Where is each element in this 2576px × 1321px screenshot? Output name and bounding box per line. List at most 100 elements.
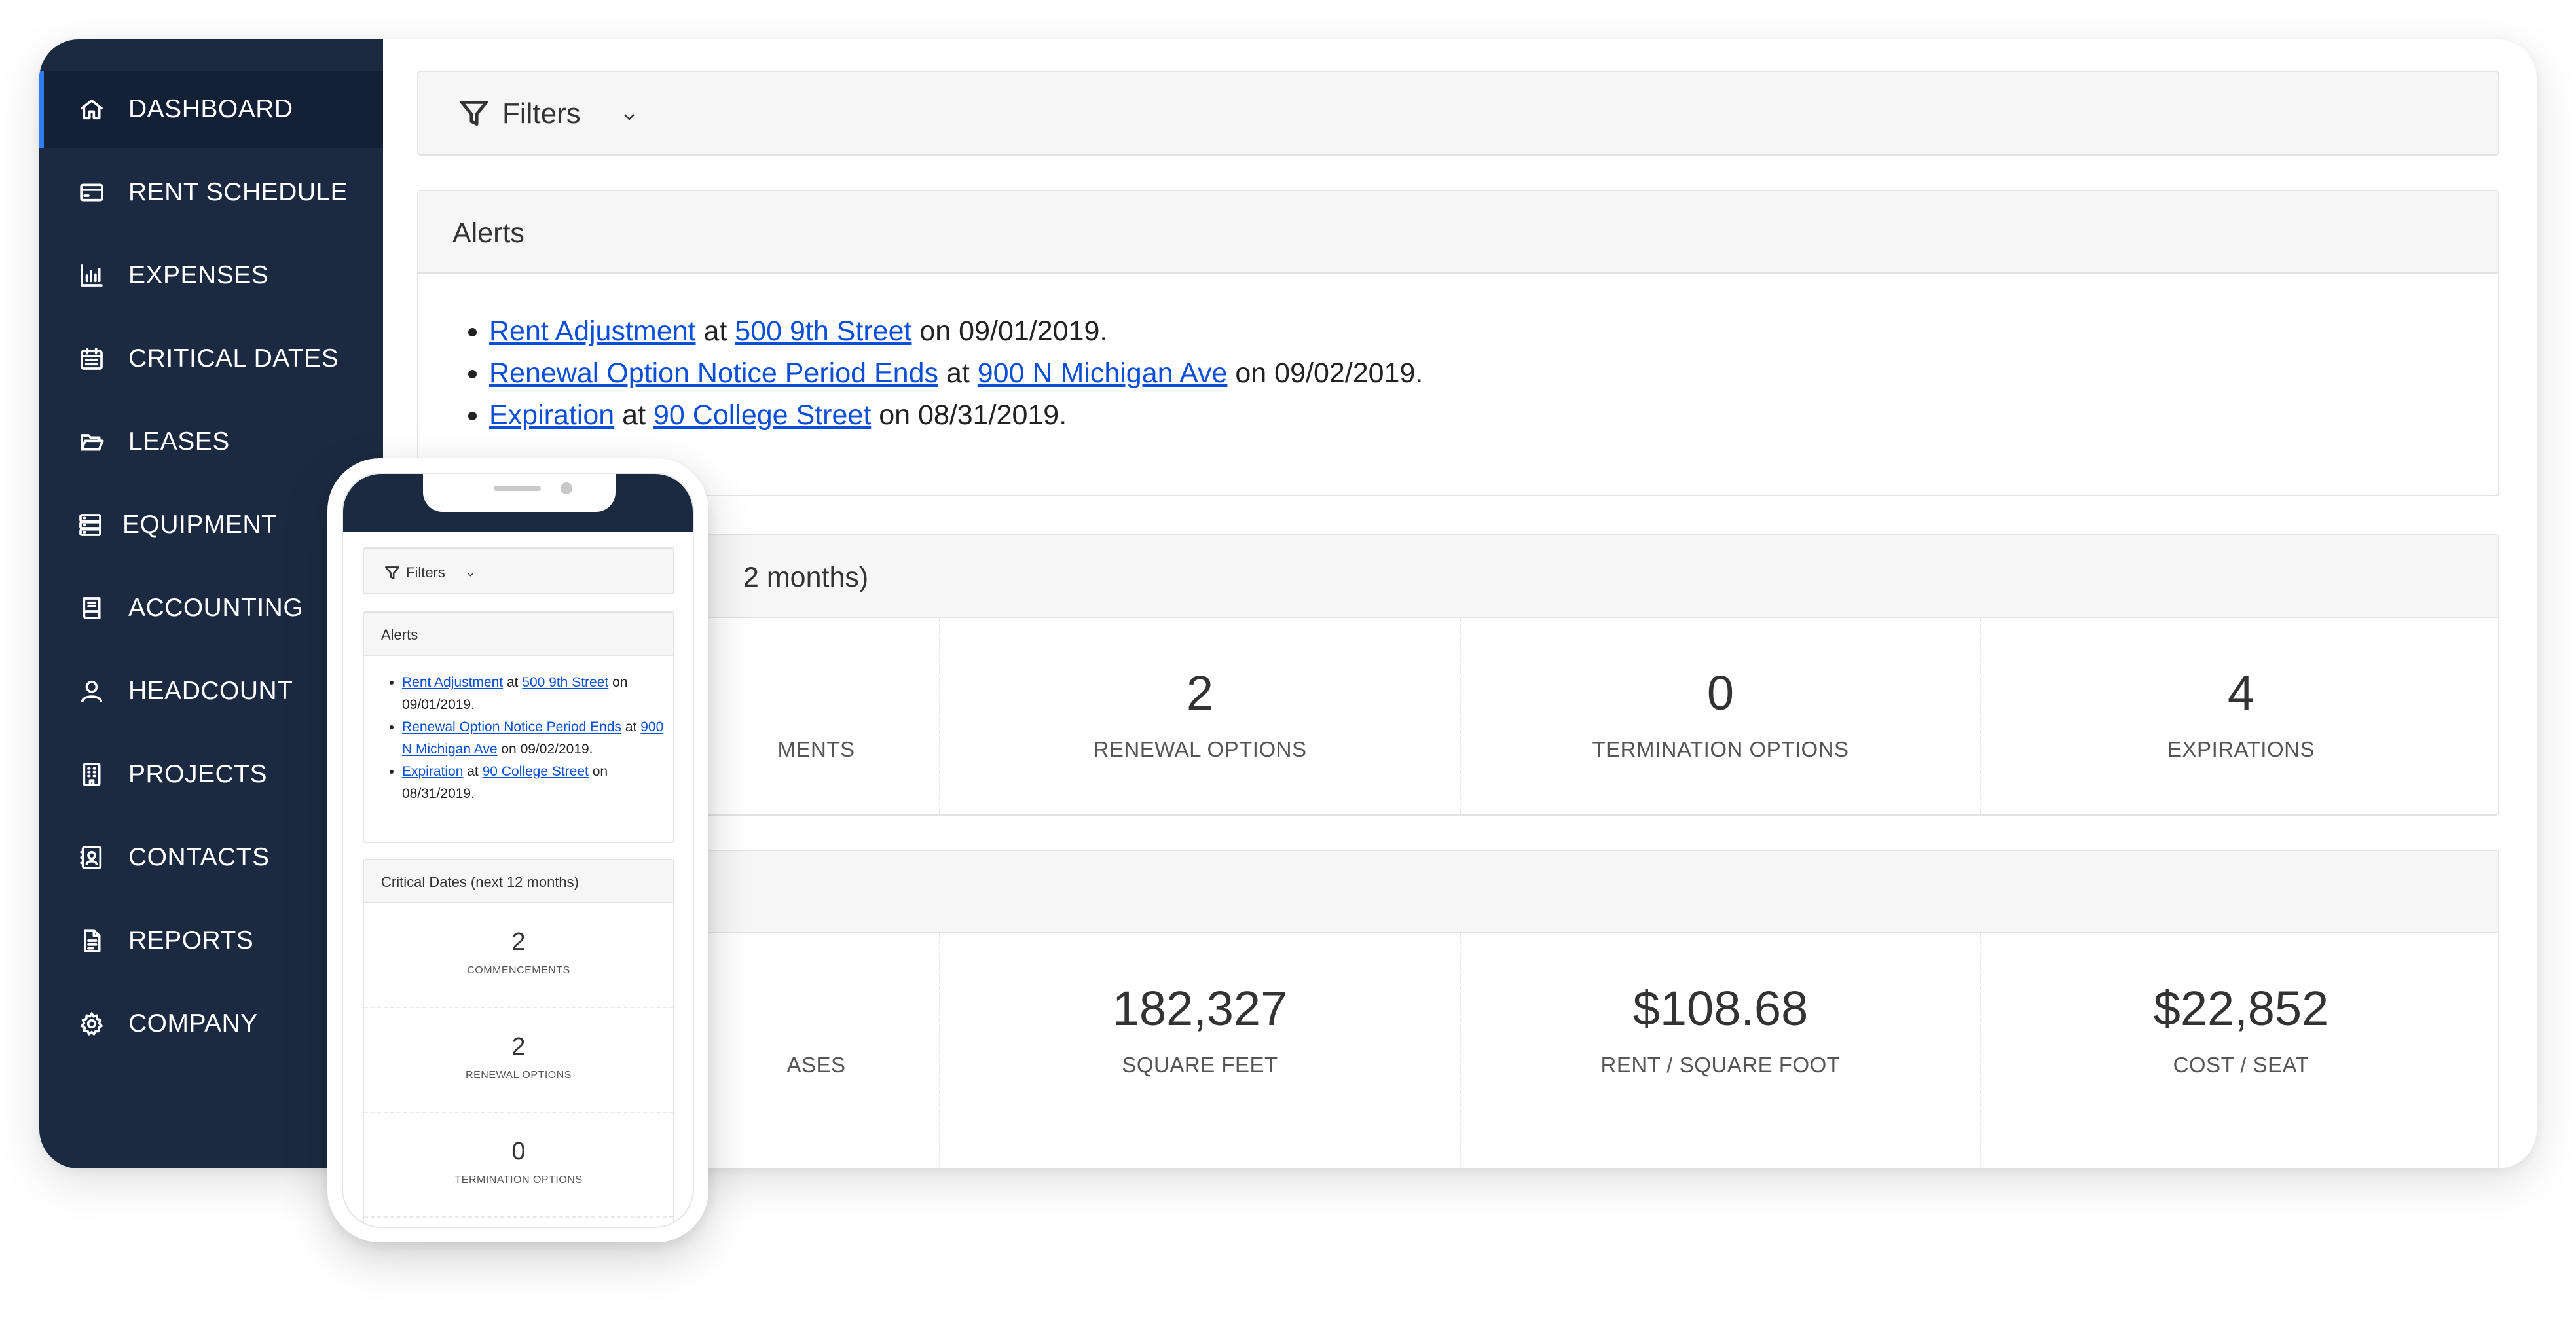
- alerts-card-header: Alerts: [418, 191, 2498, 274]
- sidebar-item-label: EXPENSES: [128, 261, 269, 289]
- alert-joiner: at: [703, 316, 727, 347]
- sidebar-item-rent-schedule[interactable]: RENT SCHEDULE: [39, 154, 383, 231]
- ledger-icon: [79, 595, 105, 621]
- alert-date: on 09/02/2019.: [1235, 357, 1424, 389]
- stat-value: 182,327: [1112, 981, 1288, 1036]
- mobile-critical-dates-card: Critical Dates (next 12 months) 2 COMMEN…: [363, 859, 674, 1227]
- mobile-alerts-card: Alerts Rent Adjustment at 500 9th Street…: [363, 611, 674, 843]
- sidebar-item-label: HEADCOUNT: [128, 677, 293, 705]
- alert-location-link[interactable]: 900 N Michigan Ave: [978, 357, 1228, 389]
- user-icon: [79, 678, 105, 704]
- alert-location-link[interactable]: 90 College Street: [653, 399, 871, 431]
- mobile-filters-toggle[interactable]: Filters: [363, 547, 674, 594]
- sidebar-item-label: DASHBOARD: [128, 95, 293, 123]
- stat-label: COST / SEAT: [2173, 1053, 2309, 1077]
- alert-joiner: at: [946, 357, 970, 389]
- stat-value: 2: [1186, 666, 1214, 720]
- stat-label: RENT / SQUARE FOOT: [1600, 1053, 1841, 1077]
- building-icon: [79, 761, 105, 787]
- mobile-critical-dates-title: Critical Dates (next 12 months): [381, 874, 579, 890]
- alerts-list: Rent Adjustment at 500 9th Street on 09/…: [489, 310, 1423, 436]
- list-item: Expiration at 90 College Street on 08/31…: [402, 761, 664, 805]
- mobile-alerts-list: Rent Adjustment at 500 9th Street on 09/…: [402, 672, 664, 805]
- sidebar-item-label: PROJECTS: [128, 760, 268, 788]
- stat-cost-per-seat: $22,852 COST / SEAT: [1980, 933, 2501, 1168]
- speaker-icon: [494, 486, 541, 491]
- sidebar-item-label: LEASES: [128, 427, 230, 456]
- folder-open-icon: [79, 429, 105, 455]
- alert-type-link[interactable]: Rent Adjustment: [489, 316, 696, 347]
- sidebar-item-expenses[interactable]: EXPENSES: [39, 237, 383, 314]
- chevron-down-icon: [621, 109, 637, 124]
- stat-value: $22,852: [2153, 981, 2329, 1036]
- contact-card-icon: [79, 844, 105, 871]
- filters-label: Filters: [502, 98, 581, 130]
- alert-location-link[interactable]: 90 College Street: [483, 764, 589, 779]
- stat-label: TERMINATION OPTIONS: [454, 1174, 583, 1185]
- gear-icon: [79, 1011, 105, 1037]
- stat-value: 0: [1706, 666, 1735, 720]
- phone-notch: [423, 474, 616, 512]
- sidebar-item-critical-dates[interactable]: CRITICAL DATES: [39, 320, 383, 397]
- camera-icon: [561, 482, 572, 494]
- stat-label: SQUARE FEET: [1122, 1053, 1278, 1077]
- stat-label: EXPIRATIONS: [2167, 737, 2315, 761]
- sidebar-item-label: CRITICAL DATES: [128, 344, 339, 372]
- stat-value: 2: [511, 928, 526, 956]
- alert-date: on 09/01/2019.: [919, 316, 1108, 347]
- mobile-stat-renewal-options: 2 RENEWAL OPTIONS: [364, 1008, 673, 1113]
- alert-joiner: at: [625, 719, 637, 734]
- sidebar-item-dashboard[interactable]: DASHBOARD: [39, 71, 383, 148]
- chevron-down-icon: [466, 570, 475, 579]
- stat-value: 0: [511, 1138, 526, 1165]
- stat-label: TERMINATION OPTIONS: [1592, 737, 1849, 761]
- sidebar-item-label: REPORTS: [128, 926, 254, 954]
- alert-type-link[interactable]: Renewal Option Notice Period Ends: [402, 719, 621, 734]
- list-item: Renewal Option Notice Period Ends at 900…: [489, 352, 1423, 394]
- portfolio-stats: ASES 182,327 SQUARE FEET $108.68 RENT / …: [418, 933, 2498, 1168]
- home-icon: [79, 96, 105, 122]
- portfolio-header: [418, 851, 2498, 933]
- critical-dates-title: 2 months): [743, 562, 869, 593]
- portfolio-card: ASES 182,327 SQUARE FEET $108.68 RENT / …: [417, 850, 2499, 1168]
- sidebar-item-label: COMPANY: [128, 1009, 258, 1038]
- critical-dates-card: 2 months) MENTS 2 RENEWAL OPTIONS 0 TERM…: [417, 534, 2499, 816]
- list-item: Rent Adjustment at 500 9th Street on 09/…: [402, 672, 664, 716]
- server-icon: [77, 512, 103, 538]
- alert-type-link[interactable]: Expiration: [489, 399, 614, 431]
- alert-joiner: at: [506, 675, 519, 690]
- stat-label: COMMENCEMENTS: [467, 965, 570, 976]
- stat-label: RENEWAL OPTIONS: [1093, 737, 1307, 761]
- filters-toggle[interactable]: Filters: [417, 71, 2499, 156]
- phone-header-bar: [343, 474, 693, 532]
- document-icon: [79, 928, 105, 954]
- stat-expirations: 4 EXPIRATIONS: [1980, 618, 2501, 813]
- stat-value: $108.68: [1632, 981, 1809, 1036]
- bar-chart-icon: [79, 262, 105, 289]
- sidebar-item-label: EQUIPMENT: [122, 511, 278, 539]
- alert-type-link[interactable]: Expiration: [402, 764, 463, 779]
- stat-label: MENTS: [777, 737, 855, 761]
- alert-date: on 08/31/2019.: [879, 399, 1067, 431]
- list-item: Rent Adjustment at 500 9th Street on 09/…: [489, 310, 1423, 352]
- critical-dates-stats: MENTS 2 RENEWAL OPTIONS 0 TERMINATION OP…: [418, 618, 2498, 813]
- list-item: Expiration at 90 College Street on 08/31…: [489, 394, 1423, 436]
- mobile-stat-termination-options: 0 TERMINATION OPTIONS: [364, 1113, 673, 1218]
- alert-joiner: at: [622, 399, 646, 431]
- stat-value: 2: [511, 1033, 526, 1060]
- phone-screen: Filters Alerts Rent Adjustment at 500 9t…: [342, 473, 694, 1228]
- stat-label: ASES: [786, 1053, 846, 1077]
- sidebar-item-leases[interactable]: LEASES: [39, 403, 383, 480]
- stat-label: RENEWAL OPTIONS: [466, 1070, 572, 1081]
- alert-type-link[interactable]: Renewal Option Notice Period Ends: [489, 357, 938, 389]
- alert-type-link[interactable]: Rent Adjustment: [402, 675, 503, 690]
- list-item: Renewal Option Notice Period Ends at 900…: [402, 716, 664, 761]
- alert-joiner: at: [467, 764, 479, 779]
- alert-location-link[interactable]: 500 9th Street: [522, 675, 608, 690]
- alerts-body: Rent Adjustment at 500 9th Street on 09/…: [418, 274, 2498, 495]
- alert-location-link[interactable]: 500 9th Street: [735, 316, 911, 347]
- sidebar-item-label: RENT SCHEDULE: [128, 178, 348, 206]
- credit-card-icon: [79, 179, 105, 206]
- filter-icon: [384, 564, 401, 581]
- stat-renewal-options: 2 RENEWAL OPTIONS: [939, 618, 1460, 813]
